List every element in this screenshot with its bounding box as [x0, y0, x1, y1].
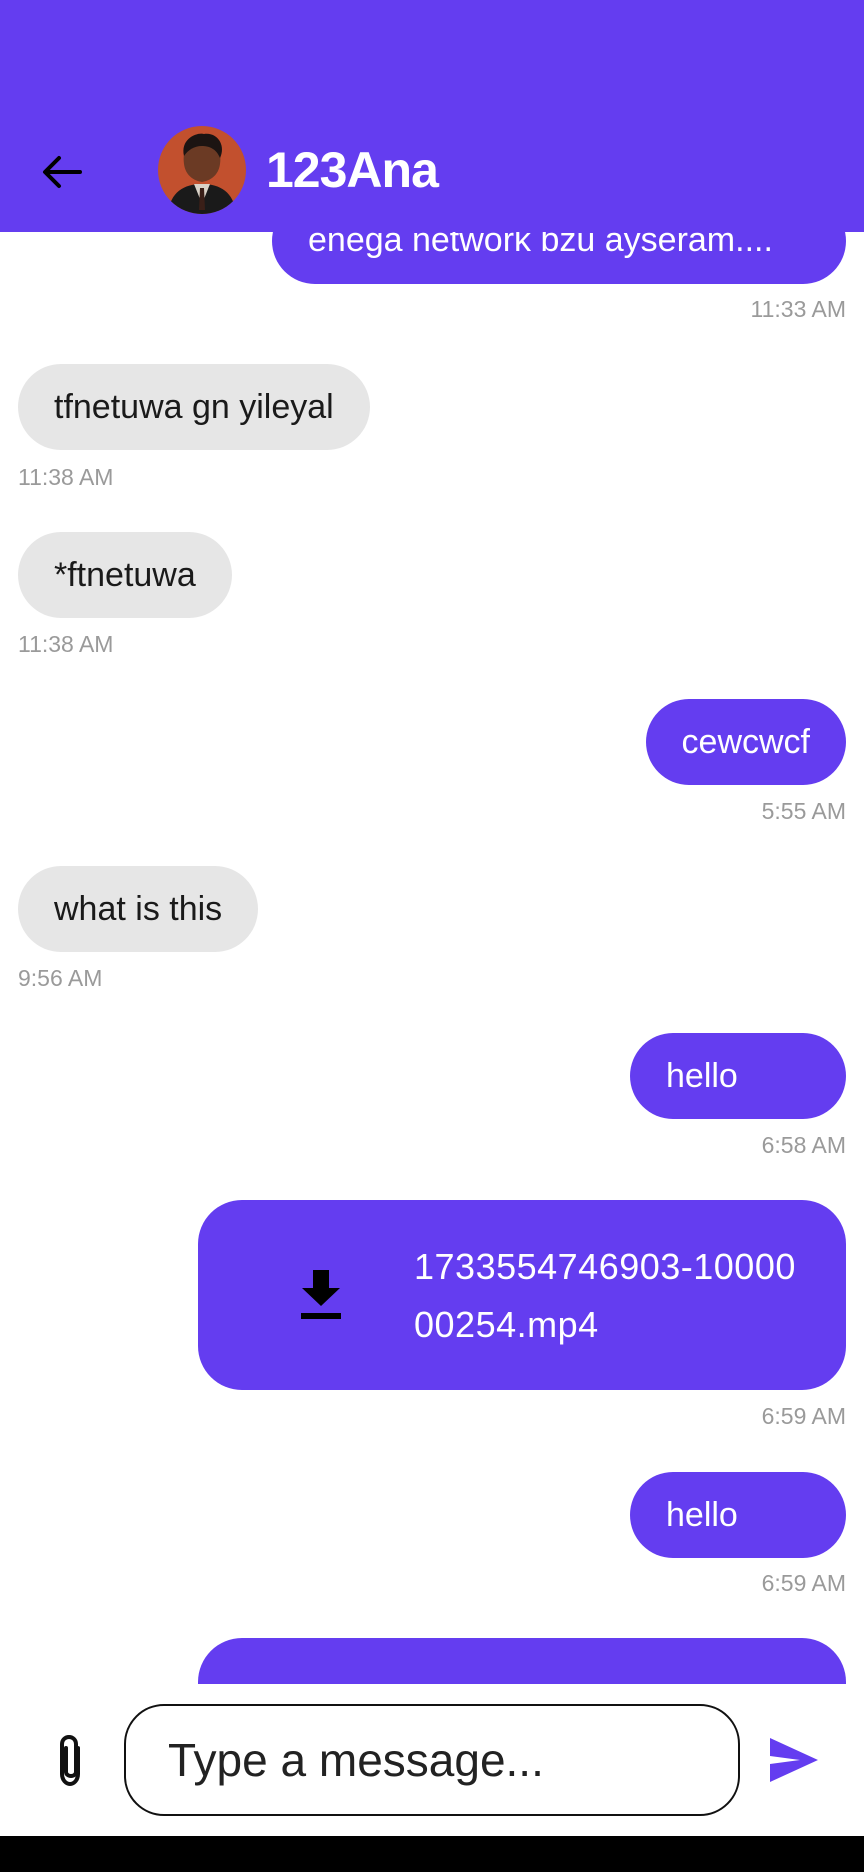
message-bubble-outgoing[interactable]: hello [630, 1033, 846, 1119]
message-text: *ftnetuwa [54, 556, 196, 594]
message-time: 6:59 AM [761, 1403, 846, 1429]
message-time: 11:33 AM [750, 296, 846, 322]
message-text: hello [666, 1057, 738, 1095]
message-time: 9:56 AM [18, 965, 103, 991]
message-text: hello [666, 1496, 738, 1534]
attach-button[interactable] [48, 1732, 94, 1790]
file-name: 1733554746903-1000000254.mp4 [414, 1246, 796, 1345]
message-time: 11:38 AM [18, 631, 114, 657]
message-time: 6:59 AM [761, 1570, 846, 1596]
system-navigation-bar [0, 1836, 864, 1872]
message-bubble-outgoing[interactable]: cewcwcf [645, 699, 846, 785]
file-message-bubble[interactable]: 1733554746903-1000000254.mp4 [198, 1200, 846, 1390]
contact-name: 123Ana [266, 142, 439, 198]
back-button[interactable] [32, 142, 92, 202]
message-bubble-incoming[interactable]: what is this [18, 866, 259, 952]
message-text: cewcwcf [681, 723, 810, 761]
message-bubble-incoming[interactable]: tfnetuwa gn yileyal [18, 364, 370, 450]
message-bubble-outgoing[interactable] [198, 1638, 846, 1684]
message-list[interactable]: enega network bzu ayseram.... 11:33 AM t… [0, 0, 864, 1684]
send-button[interactable] [768, 1736, 820, 1784]
chat-header: 123Ana [0, 0, 864, 232]
message-text: tfnetuwa gn yileyal [54, 388, 334, 426]
message-time: 6:58 AM [761, 1132, 846, 1158]
contact-avatar [158, 126, 246, 214]
message-bubble-incoming[interactable]: *ftnetuwa [18, 532, 232, 618]
arrow-left-icon [43, 156, 82, 188]
avatar[interactable] [158, 126, 246, 214]
message-time: 5:55 AM [761, 798, 846, 824]
send-icon [770, 1738, 818, 1782]
paperclip-icon [60, 1734, 80, 1787]
message-text: what is this [54, 890, 223, 928]
download-icon[interactable] [298, 1270, 344, 1320]
message-time: 11:38 AM [18, 464, 114, 490]
message-input[interactable] [124, 1704, 740, 1816]
message-bubble-outgoing[interactable]: hello [630, 1472, 846, 1558]
